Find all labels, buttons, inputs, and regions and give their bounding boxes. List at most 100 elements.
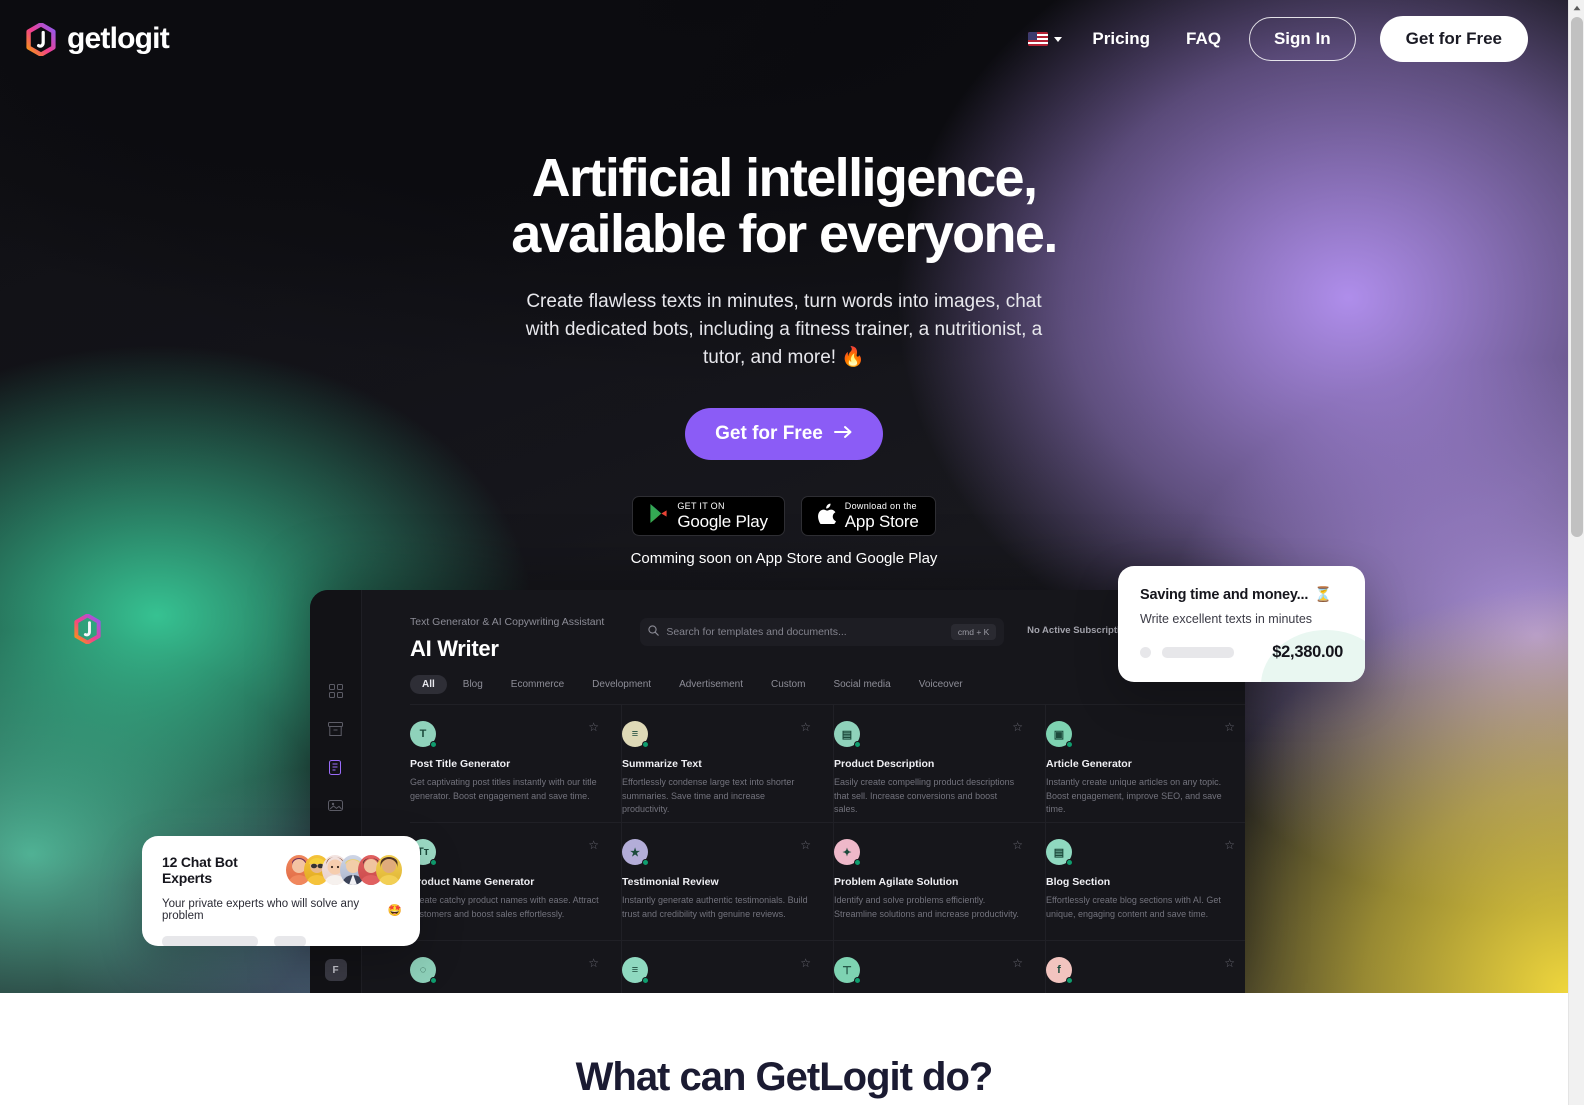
status-dot [1066, 741, 1073, 748]
coming-soon-text: Comming soon on App Store and Google Pla… [630, 549, 938, 567]
nav-link-pricing[interactable]: Pricing [1074, 19, 1168, 59]
star-outline-icon[interactable]: ☆ [1224, 721, 1235, 733]
template-card[interactable]: ★ ☆ Testimonial Review Instantly generate a… [622, 823, 834, 941]
page-scrollbar[interactable] [1568, 0, 1584, 1105]
mockup-getlogit-logo-icon [74, 613, 101, 645]
template-card-description: Easily create compelling product descrip… [834, 777, 1015, 814]
app-store-badge[interactable]: Download on the App Store [800, 495, 936, 536]
status-dot [854, 977, 861, 984]
google-play-small-label: GET IT ON [677, 500, 725, 511]
avatar-stack-icon [286, 855, 402, 885]
language-selector[interactable] [1016, 26, 1074, 52]
template-card-title: Summarize Text [622, 758, 702, 770]
archive-icon[interactable] [323, 716, 349, 742]
saving-amount: $2,380.00 [1272, 643, 1343, 661]
tab-social-media[interactable]: Social media [821, 675, 902, 694]
brand-logo[interactable]: getlogit [26, 21, 170, 57]
star-outline-icon[interactable]: ☆ [1012, 957, 1023, 969]
tab-ecommerce[interactable]: Ecommerce [499, 675, 576, 694]
tab-custom[interactable]: Custom [759, 675, 817, 694]
template-card-description: Identify and solve problems efficiently.… [834, 895, 1019, 919]
status-dot [854, 741, 861, 748]
skeleton-bar [162, 936, 258, 946]
star-outline-icon[interactable]: ☆ [1012, 721, 1023, 733]
template-card-header: f ☆ [1046, 957, 1235, 984]
template-card[interactable]: T ☆ Post Title Generator Get captivating po… [410, 705, 622, 823]
skeleton-bar [1162, 647, 1234, 658]
hero-cta-label: Get for Free [715, 422, 823, 444]
star-outline-icon[interactable]: ☆ [1224, 839, 1235, 851]
brand-name: getlogit [67, 22, 170, 55]
template-card-header: ▤ ☆ [1046, 839, 1235, 866]
template-card-title: Blog Section [1046, 876, 1111, 888]
tab-development[interactable]: Development [580, 675, 663, 694]
app-store-badges: GET IT ON Google Play Download on the Ap… [0, 495, 1568, 536]
hero-headline-line2: available for everyone. [511, 204, 1058, 265]
chat-bot-experts-header: 12 Chat Bot Experts [162, 854, 402, 886]
app-store-small-label: Download on the [844, 500, 917, 511]
template-card-title: Product Name Generator [410, 876, 535, 888]
star-outline-icon[interactable]: ☆ [1224, 957, 1235, 969]
template-card-icon: ▤ [1046, 839, 1073, 866]
app-store-text: Download on the App Store [844, 500, 919, 530]
template-card[interactable]: ▤ ☆ Product Description Easily create compe… [834, 705, 1046, 823]
image-icon[interactable] [323, 792, 349, 818]
mockup-search-input[interactable]: Search for templates and documents... cm… [640, 618, 1005, 646]
star-outline-icon[interactable]: ☆ [588, 839, 599, 851]
nav-link-faq[interactable]: FAQ [1168, 19, 1239, 59]
template-card-description: Get captivating post titles instantly wi… [410, 777, 597, 801]
template-card-description: Instantly create unique articles on any … [1046, 777, 1222, 814]
template-card[interactable]: f☆Facebook Ads [1046, 941, 1245, 993]
google-play-large-label: Google Play [677, 511, 768, 531]
get-for-free-nav-button[interactable]: Get for Free [1379, 16, 1528, 62]
template-card-icon: f [1046, 957, 1073, 984]
status-dot [1066, 859, 1073, 866]
scrollbar-thumb[interactable] [1571, 17, 1583, 537]
tab-voiceover[interactable]: Voiceover [907, 675, 975, 694]
chat-bot-experts-title: 12 Chat Bot Experts [162, 854, 238, 886]
saving-time-card-title-text: Saving time and money... [1140, 586, 1309, 603]
star-outline-icon[interactable]: ☆ [1012, 839, 1023, 851]
template-card[interactable]: ✦ ☆ Problem Agilate Solution Identify and s… [834, 823, 1046, 941]
template-card-title: Article Generator [1046, 758, 1132, 770]
grid-icon[interactable] [323, 678, 349, 704]
hero-get-for-free-button[interactable]: Get for Free [685, 407, 883, 460]
template-card[interactable]: ▣ ☆ Article Generator Instantly create uniq… [1046, 705, 1245, 823]
tab-all[interactable]: All [410, 675, 447, 694]
mockup-main-area: Text Generator & AI Copywriting Assistan… [362, 590, 1245, 993]
template-card[interactable]: ◌☆Blog Post Ideas [410, 941, 622, 993]
mockup-user-avatar[interactable]: F [324, 959, 347, 981]
hero-cta-wrapper: Get for Free [0, 407, 1568, 460]
template-card-title: Testimonial Review [622, 876, 719, 888]
us-flag-icon [1028, 32, 1049, 46]
status-dot [642, 859, 649, 866]
star-outline-icon[interactable]: ☆ [588, 721, 599, 733]
getlogit-hexagon-logo-icon [26, 21, 56, 57]
google-play-badge[interactable]: GET IT ON Google Play [632, 495, 785, 536]
template-card[interactable]: ⊤☆Blog Conclusion [834, 941, 1046, 993]
star-outline-icon[interactable]: ☆ [800, 721, 811, 733]
template-card-icon: ≡ [622, 721, 649, 748]
document-icon[interactable] [323, 754, 349, 780]
mockup-category-tabs: All Blog Ecommerce Development Advertise… [410, 675, 1245, 694]
mockup-template-grid: T ☆ Post Title Generator Get captivating po… [410, 704, 1245, 993]
hero-headline-line1: Artificial intelligence, [531, 148, 1038, 208]
template-card-header: Tт ☆ [410, 839, 599, 866]
template-card[interactable]: ▤ ☆ Blog Section Effortlessly create blog s… [1046, 823, 1245, 941]
google-play-icon [649, 503, 668, 529]
star-outline-icon[interactable]: ☆ [588, 957, 599, 969]
tab-advertisement[interactable]: Advertisement [667, 675, 755, 694]
tab-blog[interactable]: Blog [451, 675, 495, 694]
template-card[interactable]: ≡ ☆ Summarize Text Effortlessly condense la… [622, 705, 834, 823]
scroll-up-arrow-icon[interactable] [1569, 0, 1584, 15]
template-card[interactable]: Tт ☆ Product Name Generator Create catchy p… [410, 823, 622, 941]
features-section-title: What can GetLogit do? [575, 1055, 994, 1099]
google-play-text: GET IT ON Google Play [677, 500, 768, 531]
template-card[interactable]: ≡☆Blog Intros [622, 941, 834, 993]
template-card-header: T ☆ [410, 721, 599, 748]
template-card-icon: ◌ [410, 957, 437, 984]
star-outline-icon[interactable]: ☆ [800, 957, 811, 969]
template-card-header: ≡ ☆ [622, 957, 811, 984]
sign-in-button[interactable]: Sign In [1248, 17, 1356, 61]
star-outline-icon[interactable]: ☆ [800, 839, 811, 851]
